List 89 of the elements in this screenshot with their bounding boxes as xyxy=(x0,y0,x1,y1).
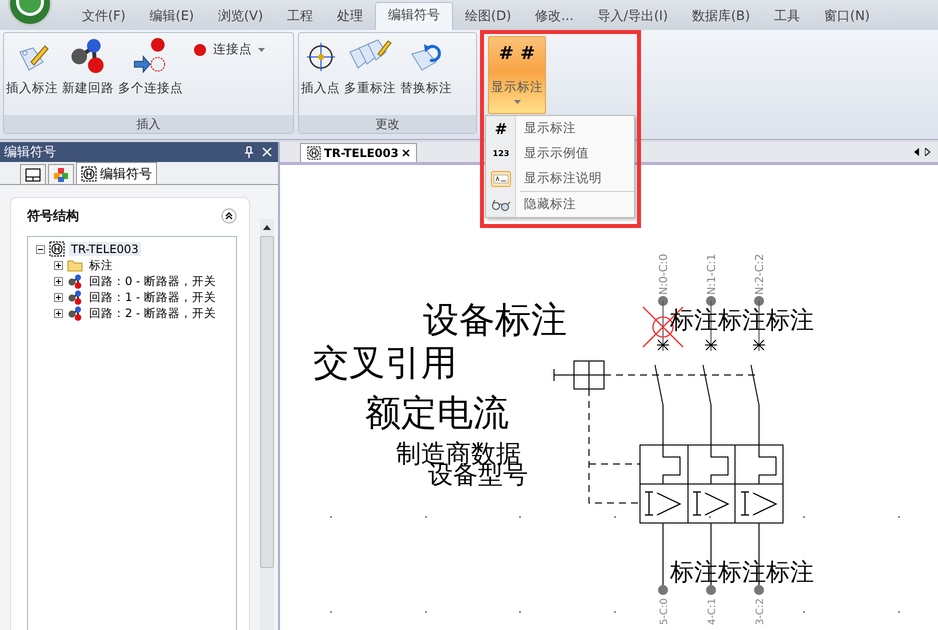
expand-toggle[interactable] xyxy=(54,260,63,270)
grid-dot xyxy=(803,516,805,518)
group-title: 插入 xyxy=(4,115,293,133)
folder-icon xyxy=(67,258,83,272)
symbol-icon xyxy=(81,166,97,182)
tree-item[interactable]: 回路：1 - 断路器，开关 xyxy=(87,290,218,304)
app-logo-icon[interactable] xyxy=(8,0,52,26)
terminal-label: 3-C:2 xyxy=(755,598,766,625)
scrollbar[interactable] xyxy=(260,219,274,630)
terminal-label: N:0-C:0 xyxy=(657,254,670,295)
menu-tab[interactable]: 编辑(E) xyxy=(138,4,206,30)
grid-dot xyxy=(330,611,332,613)
scroll-left-icon[interactable] xyxy=(914,148,919,156)
document-tab[interactable]: TR-TELE003 xyxy=(300,143,417,162)
menu-tab[interactable]: 处理 xyxy=(325,4,376,30)
collapse-icon[interactable] xyxy=(221,208,237,224)
menu-tab[interactable]: 文件(F) xyxy=(70,4,138,30)
hash-icon: # xyxy=(494,120,508,138)
annotation-text: 设备标注 xyxy=(423,300,567,341)
menu-tab[interactable]: 导入/导出(I) xyxy=(586,4,680,30)
terminal-label: N:2-C:2 xyxy=(753,254,766,295)
grid-dot xyxy=(330,516,332,518)
terminal-label: N:1-C:1 xyxy=(705,254,718,295)
ribbon-button[interactable]: 插入点 xyxy=(299,35,342,99)
menu-tab[interactable]: 浏览(V) xyxy=(206,4,276,30)
grid-dot xyxy=(898,516,900,518)
panel-tab[interactable]: 编辑符号 xyxy=(76,162,157,184)
collapse-toggle[interactable] xyxy=(36,244,45,254)
grid-dot xyxy=(614,611,616,613)
menu-tab[interactable]: 修改... xyxy=(523,4,586,30)
expand-toggle[interactable] xyxy=(54,308,63,318)
numbers-icon: 123 xyxy=(492,149,510,158)
menu-tab[interactable]: 编辑符号 xyxy=(375,2,454,30)
ribbon-button[interactable]: 插入标注 xyxy=(4,35,60,99)
ribbon-button[interactable]: 新建回路 xyxy=(60,35,116,99)
dot-icon xyxy=(193,42,207,56)
menu-tab[interactable]: 工程 xyxy=(275,4,326,30)
terminal-label: 4-C:1 xyxy=(707,598,718,625)
menu-item[interactable]: 隐藏标注 xyxy=(486,192,634,217)
menu-tab[interactable]: 绘图(D) xyxy=(453,4,524,30)
symbol-icon xyxy=(307,146,321,160)
scroll-right-icon[interactable] xyxy=(925,148,930,156)
grid-dot xyxy=(519,516,521,518)
grid-dot xyxy=(425,516,427,518)
grid-dot xyxy=(614,516,616,518)
tree-item[interactable]: 回路：2 - 断路器，开关 xyxy=(87,306,218,320)
menu-item[interactable]: # 显示标注 xyxy=(486,116,634,141)
scroll-up-icon[interactable] xyxy=(263,225,271,230)
page-icon xyxy=(25,168,41,182)
tree-item[interactable]: 回路：0 - 断路器，开关 xyxy=(87,274,218,288)
tree-item[interactable]: 标注 xyxy=(87,258,115,272)
annotation-text: 交叉引用 xyxy=(313,343,457,384)
symbol-icon xyxy=(49,241,65,257)
panel-title: 编辑符号 xyxy=(4,144,56,161)
menu-item[interactable]: 123 显示示例值 xyxy=(486,141,634,166)
ribbon-button[interactable]: 替换标注 xyxy=(398,35,454,99)
connection-point-button[interactable]: 连接点 xyxy=(185,35,269,58)
grid-dot xyxy=(425,611,427,613)
expand-toggle[interactable] xyxy=(54,292,63,302)
menu-tab[interactable]: 数据库(B) xyxy=(680,4,762,30)
ribbon-button[interactable]: 多重标注 xyxy=(342,35,398,99)
pin-icon[interactable] xyxy=(244,146,254,158)
grid-dot xyxy=(709,516,711,518)
grid-dot xyxy=(519,611,521,613)
expand-toggle[interactable] xyxy=(54,276,63,286)
pole-label: 标注 xyxy=(766,558,814,586)
section-title: 符号结构 xyxy=(27,208,79,225)
close-icon[interactable] xyxy=(402,149,410,157)
show-annotation-button[interactable]: # # 显示标注 xyxy=(488,36,546,114)
group-title: 更改 xyxy=(299,115,476,133)
grid-dot xyxy=(803,611,805,613)
menu-tab[interactable]: 工具 xyxy=(762,4,812,30)
pole-label: 标注 xyxy=(766,306,814,334)
caret-icon xyxy=(258,48,265,52)
tree-item[interactable]: TR-TELE003 xyxy=(69,242,141,256)
panel-tab[interactable] xyxy=(20,164,46,184)
molecule-icon xyxy=(67,290,83,304)
molecule-icon xyxy=(67,274,83,288)
annotation-text: 额定电流 xyxy=(365,393,509,434)
caret-icon xyxy=(514,100,520,104)
glasses-icon xyxy=(491,198,511,210)
menu-tab[interactable]: 窗口(N) xyxy=(812,4,882,30)
grid-dot xyxy=(898,611,900,613)
cubes-icon xyxy=(53,166,69,182)
molecule-icon xyxy=(67,306,83,320)
ribbon-button[interactable]: 多个连接点 xyxy=(116,35,185,99)
terminal-label: 5-C:0 xyxy=(659,598,670,625)
text-box-icon xyxy=(491,170,511,186)
menu-item[interactable]: 显示标注说明 xyxy=(486,166,634,191)
